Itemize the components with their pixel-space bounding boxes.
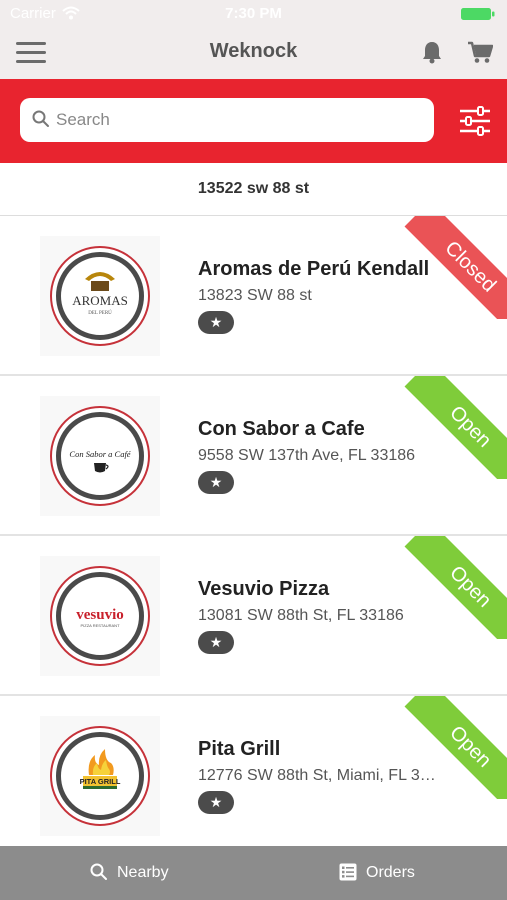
logo-text: AROMAS xyxy=(72,293,128,308)
tab-orders[interactable]: Orders xyxy=(253,846,506,900)
sliders-filter-icon[interactable] xyxy=(459,105,491,137)
status-ribbon: Closed xyxy=(404,216,507,319)
restaurant-logo: PITA GRILL xyxy=(40,716,160,836)
star-rating-icon[interactable]: ★ xyxy=(198,471,234,494)
star-rating-icon[interactable]: ★ xyxy=(198,311,234,334)
status-label: Open xyxy=(404,376,507,479)
status-label: Closed xyxy=(404,216,507,319)
aromas-logo-icon: AROMAS DEL PERÚ xyxy=(72,272,128,316)
bottom-tab-bar: Nearby Orders xyxy=(0,846,507,900)
restaurant-row[interactable]: Con Sabor a Café Con Sabor a Cafe 9558 S… xyxy=(0,376,507,536)
svg-text:PIZZA RESTAURANT: PIZZA RESTAURANT xyxy=(80,623,120,628)
top-bar: Carrier 7:30 PM Weknock xyxy=(0,0,507,79)
tab-nearby-label: Nearby xyxy=(117,864,169,881)
pita-grill-logo-icon: PITA GRILL xyxy=(80,749,121,789)
star-rating-icon[interactable]: ★ xyxy=(198,631,234,654)
search-icon xyxy=(32,110,49,127)
search-icon xyxy=(90,863,107,880)
list-icon xyxy=(339,863,357,881)
status-label: Open xyxy=(404,696,507,799)
status-ribbon: Open xyxy=(404,536,507,639)
logo-text: PITA GRILL xyxy=(80,777,121,786)
restaurant-name: Vesuvio Pizza xyxy=(198,578,330,600)
cart-icon[interactable] xyxy=(467,40,493,64)
search-input[interactable] xyxy=(56,98,426,142)
restaurant-logo: AROMAS DEL PERÚ xyxy=(40,236,160,356)
logo-text: vesuvio xyxy=(76,607,124,623)
restaurant-row[interactable]: vesuvio PIZZA RESTAURANT Vesuvio Pizza 1… xyxy=(0,536,507,696)
restaurant-row[interactable]: AROMAS DEL PERÚ Aromas de Perú Kendall 1… xyxy=(0,216,507,376)
status-label: Open xyxy=(404,536,507,639)
restaurant-name: Pita Grill xyxy=(198,738,281,760)
tab-nearby[interactable]: Nearby xyxy=(0,846,253,900)
search-field[interactable] xyxy=(20,98,434,142)
star-rating-icon[interactable]: ★ xyxy=(198,791,234,814)
clock: 7:30 PM xyxy=(225,5,282,22)
status-ribbon: Open xyxy=(404,376,507,479)
restaurant-logo: Con Sabor a Café xyxy=(40,396,160,516)
status-ribbon: Open xyxy=(404,696,507,799)
location-bar[interactable]: 13522 sw 88 st xyxy=(0,163,507,216)
restaurant-name: Aromas de Perú Kendall xyxy=(198,258,430,280)
bell-icon[interactable] xyxy=(421,40,443,64)
search-bar xyxy=(0,79,507,163)
restaurant-logo: vesuvio PIZZA RESTAURANT xyxy=(40,556,160,676)
restaurant-row[interactable]: PITA GRILL Pita Grill 12776 SW 88th St, … xyxy=(0,696,507,846)
cafe-logo-icon: Con Sabor a Café xyxy=(69,449,132,473)
nav-bar: Weknock xyxy=(0,28,507,79)
restaurant-list: AROMAS DEL PERÚ Aromas de Perú Kendall 1… xyxy=(0,216,507,846)
logo-text: Con Sabor a Café xyxy=(69,449,131,459)
vesuvio-logo-icon: vesuvio PIZZA RESTAURANT xyxy=(76,607,124,628)
battery-icon xyxy=(461,8,495,20)
restaurant-name: Con Sabor a Cafe xyxy=(198,418,365,440)
svg-text:DEL PERÚ: DEL PERÚ xyxy=(88,310,112,316)
tab-orders-label: Orders xyxy=(366,864,415,881)
status-bar: Carrier 7:30 PM xyxy=(0,0,507,28)
current-address: 13522 sw 88 st xyxy=(197,180,310,197)
